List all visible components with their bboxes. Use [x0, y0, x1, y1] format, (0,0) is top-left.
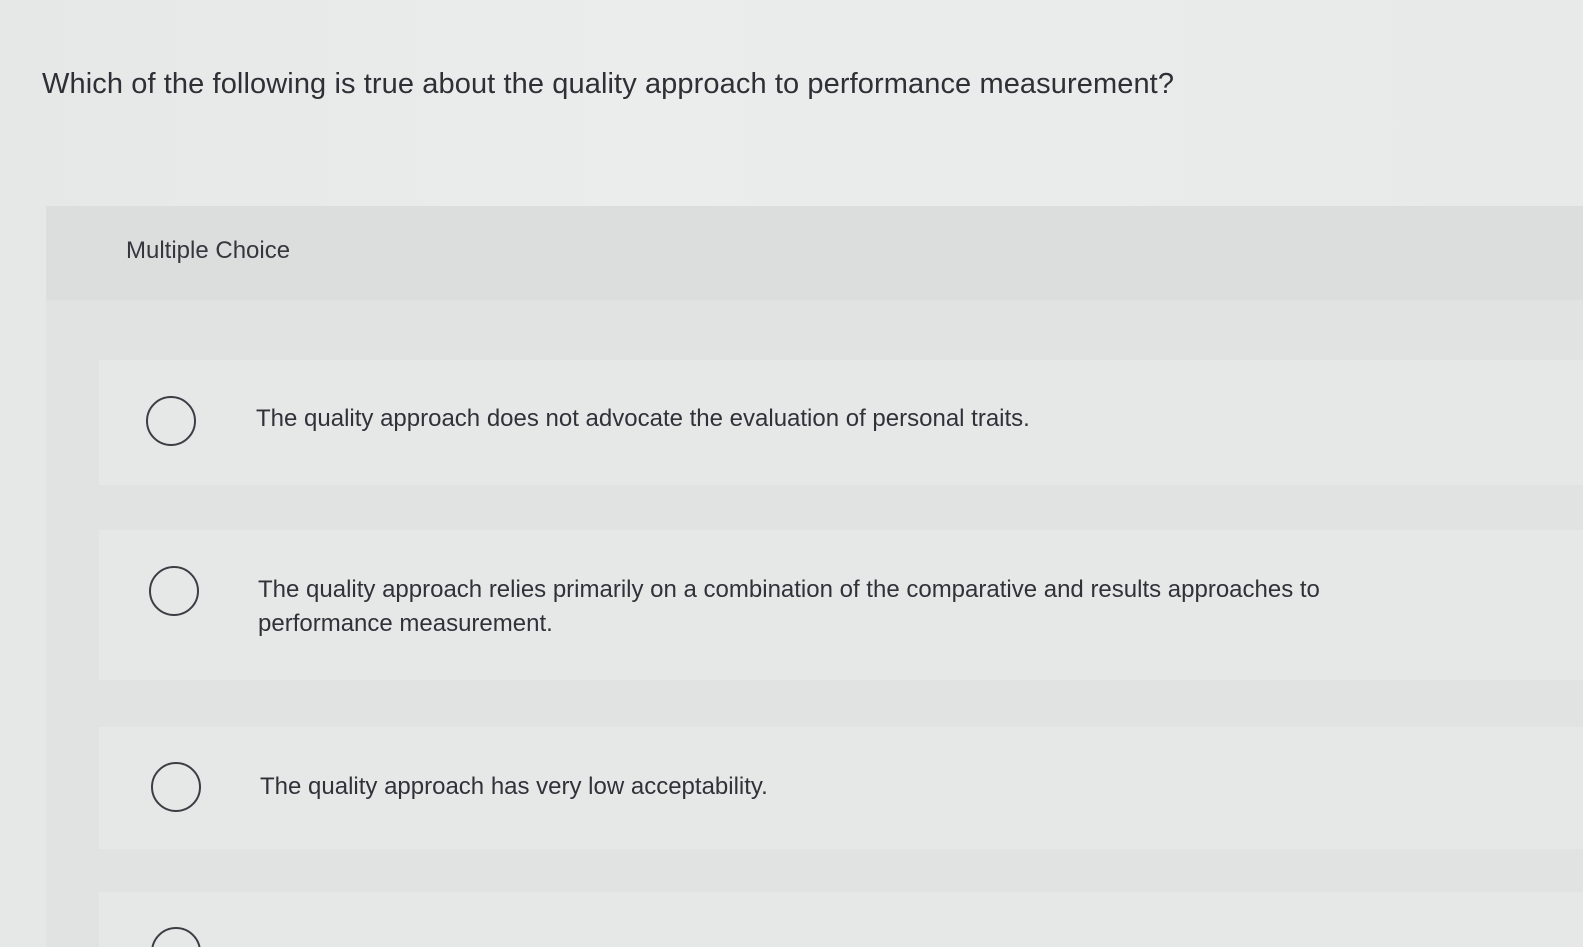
radio-button[interactable] — [146, 396, 196, 446]
answer-option[interactable]: The quality approach relies primarily on… — [99, 530, 1583, 680]
quiz-page: Which of the following is true about the… — [0, 0, 1583, 947]
answer-option-text: The quality approach does not advocate t… — [256, 405, 1030, 432]
question-text: Which of the following is true about the… — [42, 68, 1175, 100]
radio-button[interactable] — [149, 566, 199, 616]
answer-option[interactable] — [99, 892, 1583, 947]
question-type-label: Multiple Choice — [126, 237, 291, 264]
panel-header: Multiple Choice — [46, 206, 1583, 300]
options-list: The quality approach does not advocate t… — [46, 300, 1583, 947]
answer-option[interactable]: The quality approach has very low accept… — [99, 727, 1583, 849]
radio-button[interactable] — [151, 762, 201, 812]
multiple-choice-panel: Multiple Choice The quality approach doe… — [46, 206, 1583, 947]
answer-option-text: The quality approach has very low accept… — [260, 773, 768, 800]
answer-option[interactable]: The quality approach does not advocate t… — [99, 360, 1583, 485]
answer-option-text: The quality approach relies primarily on… — [258, 576, 1320, 637]
radio-button[interactable] — [151, 927, 201, 947]
